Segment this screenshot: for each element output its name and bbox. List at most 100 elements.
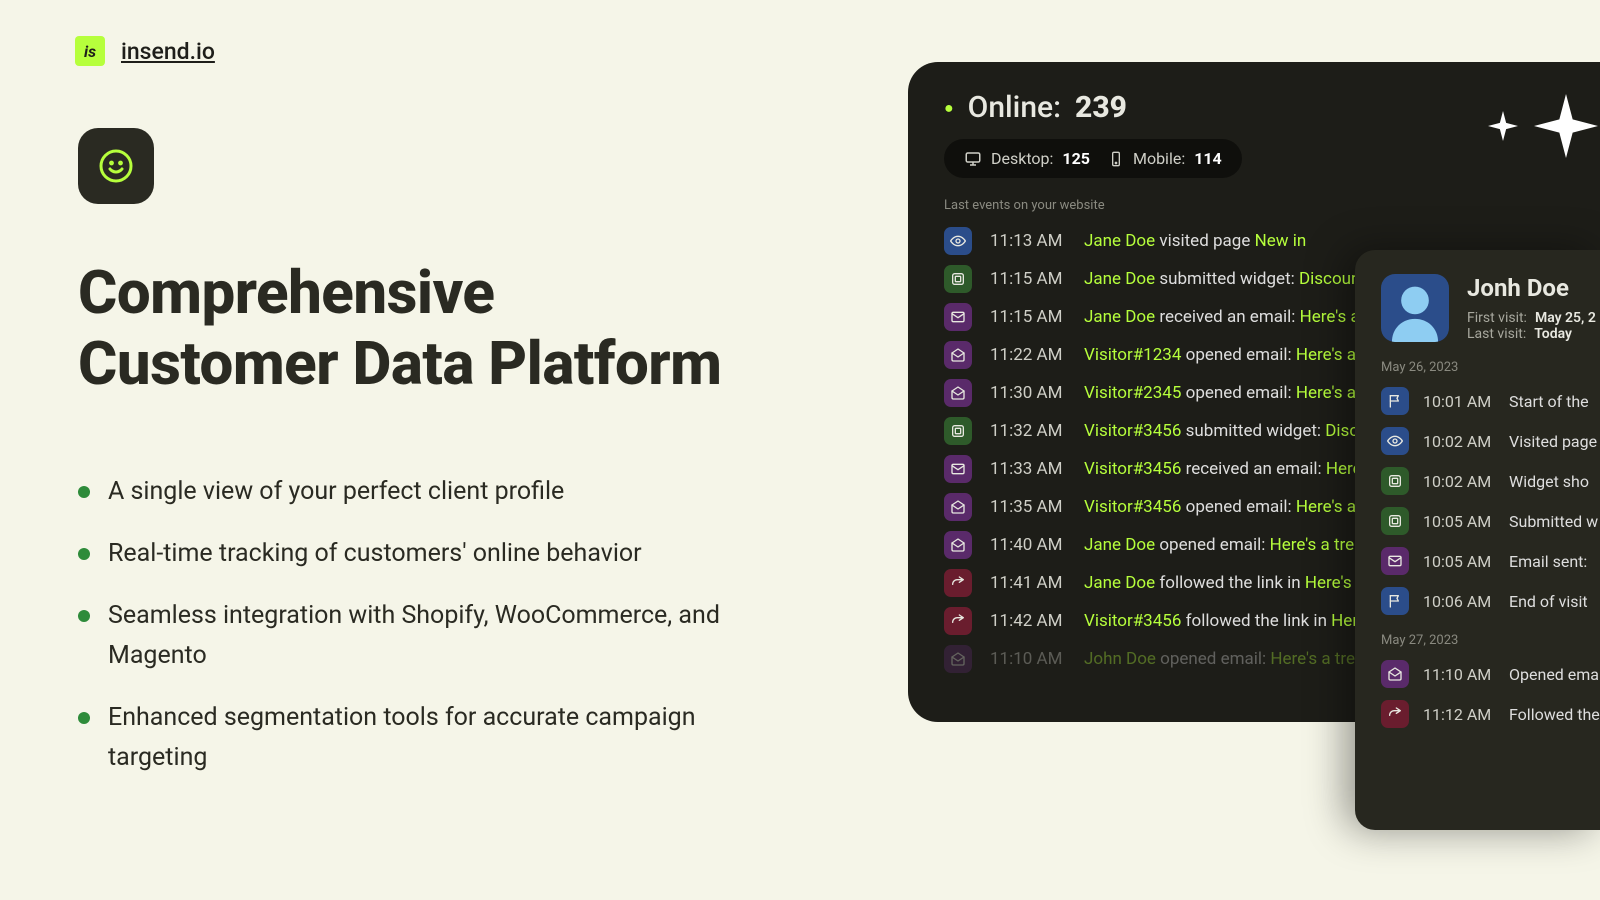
first-visit-value: May 25, 2 <box>1535 310 1596 326</box>
brand-header: is insend.io <box>75 36 215 66</box>
event-time: 11:41 AM <box>990 573 1066 593</box>
flag-icon <box>1381 587 1409 615</box>
bullet-text: Real-time tracking of customers' online … <box>108 534 642 574</box>
mail-icon <box>1381 547 1409 575</box>
mail-icon <box>944 455 972 483</box>
redirect-icon <box>1381 700 1409 728</box>
first-visit-meta: First visit: May 25, 2 <box>1467 310 1596 326</box>
widget-icon <box>944 417 972 445</box>
event-text: Submitted w <box>1509 512 1598 531</box>
event-time: 11:12 AM <box>1423 705 1495 724</box>
profile-header: Jonh Doe First visit: May 25, 2 Last vis… <box>1381 274 1600 342</box>
bullet-dot-icon <box>78 548 90 560</box>
timeline-event-row[interactable]: 10:06 AM End of visit <box>1381 587 1600 615</box>
avatar <box>1381 274 1449 342</box>
mailopen-icon <box>944 531 972 559</box>
event-text: Jane Doe visited page New in <box>1084 231 1306 251</box>
timeline-event-row[interactable]: 10:02 AM Visited page <box>1381 427 1600 455</box>
event-text: Opened ema <box>1509 665 1599 684</box>
event-text: Visitor#3456 followed the link in Her <box>1084 611 1358 631</box>
sparkle-icon <box>1488 111 1518 141</box>
event-text: Visitor#3456 opened email: Here's a <box>1084 497 1356 517</box>
mailopen-icon <box>1381 660 1409 688</box>
event-time: 10:06 AM <box>1423 592 1495 611</box>
online-count: 239 <box>1075 90 1127 125</box>
mobile-segment: Mobile: 114 <box>1108 149 1222 168</box>
brand-link[interactable]: insend.io <box>121 38 215 65</box>
brand-logo: is <box>75 36 105 66</box>
timeline-day-events: 10:01 AM Start of the 10:02 AM Visited p… <box>1381 387 1600 615</box>
event-text: John Doe opened email: Here's a tre <box>1084 649 1355 669</box>
event-time: 11:10 AM <box>990 649 1066 669</box>
feature-bullet: Real-time tracking of customers' online … <box>78 534 778 574</box>
hero-title: Comprehensive Customer Data Platform <box>78 258 721 400</box>
event-text: Visitor#3456 submitted widget: Disc <box>1084 421 1358 441</box>
event-time: 11:35 AM <box>990 497 1066 517</box>
visitor-profile-panel: Jonh Doe First visit: May 25, 2 Last vis… <box>1355 250 1600 830</box>
event-time: 11:15 AM <box>990 307 1066 327</box>
sparkle-icon <box>1534 94 1598 158</box>
online-dot-icon: ● <box>944 98 954 118</box>
event-time: 11:10 AM <box>1423 665 1495 684</box>
event-text: Jane Doe followed the link in Here's a <box>1084 573 1365 593</box>
desktop-count: 125 <box>1062 149 1090 168</box>
event-text: Visitor#1234 opened email: Here's a <box>1084 345 1356 365</box>
event-time: 10:01 AM <box>1423 392 1495 411</box>
event-time: 10:05 AM <box>1423 512 1495 531</box>
timeline-event-row[interactable]: 10:05 AM Submitted w <box>1381 507 1600 535</box>
timeline-event-row[interactable]: 11:12 AM Followed the <box>1381 700 1600 728</box>
event-text: Jane Doe received an email: Here's a <box>1084 307 1360 327</box>
timeline-event-row[interactable]: 11:10 AM Opened ema <box>1381 660 1600 688</box>
redirect-icon <box>944 607 972 635</box>
brand-logo-text: is <box>84 42 96 61</box>
timeline-event-row[interactable]: 10:01 AM Start of the <box>1381 387 1600 415</box>
profile-name: Jonh Doe <box>1467 274 1596 302</box>
bullet-text: A single view of your perfect client pro… <box>108 472 564 512</box>
last-visit-value: Today <box>1534 326 1572 342</box>
bullet-dot-icon <box>78 610 90 622</box>
desktop-label: Desktop: <box>991 149 1053 168</box>
feature-bullet: A single view of your perfect client pro… <box>78 472 778 512</box>
timeline-day-label: May 27, 2023 <box>1381 633 1600 648</box>
mobile-icon <box>1108 150 1124 168</box>
eye-icon <box>1381 427 1409 455</box>
avatar-silhouette-icon <box>1387 282 1443 342</box>
event-time: 11:22 AM <box>990 345 1066 365</box>
event-time: 10:05 AM <box>1423 552 1495 571</box>
bullet-dot-icon <box>78 486 90 498</box>
first-visit-label: First visit: <box>1467 310 1527 326</box>
sparkle-decor <box>1488 94 1598 158</box>
event-time: 11:32 AM <box>990 421 1066 441</box>
last-events-label: Last events on your website <box>944 198 1600 213</box>
timeline-day-label: May 26, 2023 <box>1381 360 1600 375</box>
mailopen-icon <box>944 645 972 673</box>
device-breakdown-pill: Desktop: 125 Mobile: 114 <box>944 139 1242 178</box>
event-text: Widget sho <box>1509 472 1589 491</box>
widget-icon <box>1381 507 1409 535</box>
feature-bullets: A single view of your perfect client pro… <box>78 472 778 800</box>
event-text: Email sent: <box>1509 552 1587 571</box>
mailopen-icon <box>944 341 972 369</box>
profile-timeline: May 26, 2023 10:01 AM Start of the 10:02… <box>1381 360 1600 728</box>
mail-icon <box>944 303 972 331</box>
timeline-event-row[interactable]: 10:02 AM Widget sho <box>1381 467 1600 495</box>
event-text: Jane Doe opened email: Here's a trea <box>1084 535 1363 555</box>
timeline-day-events: 11:10 AM Opened ema 11:12 AM Followed th… <box>1381 660 1600 728</box>
event-time: 11:42 AM <box>990 611 1066 631</box>
desktop-icon <box>964 150 982 168</box>
event-text: Visitor#2345 opened email: Here's a <box>1084 383 1356 403</box>
hero-title-line: Customer Data Platform <box>78 328 721 399</box>
event-text: Start of the <box>1509 392 1589 411</box>
event-time: 11:33 AM <box>990 459 1066 479</box>
bullet-dot-icon <box>78 712 90 724</box>
hero-title-line: Comprehensive <box>78 257 494 328</box>
mobile-count: 114 <box>1194 149 1222 168</box>
event-text: Visited page <box>1509 432 1597 451</box>
desktop-segment: Desktop: 125 <box>964 149 1090 168</box>
event-text: Jane Doe submitted widget: Discount <box>1084 269 1366 289</box>
mailopen-icon <box>944 379 972 407</box>
event-time: 11:13 AM <box>990 231 1066 251</box>
feature-bullet: Seamless integration with Shopify, WooCo… <box>78 596 778 676</box>
event-time: 10:02 AM <box>1423 432 1495 451</box>
timeline-event-row[interactable]: 10:05 AM Email sent: <box>1381 547 1600 575</box>
